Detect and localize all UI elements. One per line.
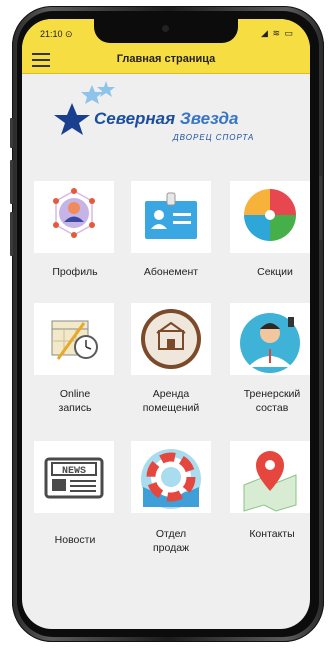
menu-tile-news[interactable]: NEWS	[34, 441, 114, 513]
menu-tile-subscription[interactable]	[131, 181, 211, 253]
camera-notch	[94, 19, 238, 43]
map-pin-icon	[243, 451, 297, 512]
menu-tile-profile[interactable]	[34, 181, 114, 253]
status-time: 21:10 ⊙	[40, 29, 73, 39]
lifebuoy-icon	[141, 449, 201, 509]
menu-tile-coaching-staff[interactable]	[230, 303, 310, 375]
profile-icon	[53, 188, 95, 238]
status-icons: ◢ ≋ ▭	[261, 28, 294, 38]
side-button	[10, 118, 13, 148]
menu-tile-sales[interactable]	[131, 441, 211, 513]
menu-label-sales: Отдел продаж	[152, 528, 190, 554]
news-icon: NEWS	[44, 457, 104, 499]
side-button	[10, 212, 13, 256]
logo-subtitle: ДВОРЕЦ СПОРТА	[173, 133, 255, 142]
menu-tile-sections[interactable]	[230, 181, 310, 253]
menu-tile-online-booking[interactable]	[34, 303, 114, 375]
status-bar: 21:10 ⊙ ◢ ≋ ▭	[22, 19, 310, 47]
menu-label-sections: Секции	[257, 266, 293, 278]
page-title: Главная страница	[116, 53, 216, 65]
camera-icon	[162, 25, 169, 32]
sections-icon	[244, 189, 296, 241]
app-screen: 21:10 ⊙ ◢ ≋ ▭ Главная страница Северная …	[22, 19, 310, 629]
side-button	[10, 160, 13, 204]
logo-title: Северная Звезда	[94, 109, 239, 129]
menu-label-subscription: Абонемент	[143, 266, 199, 278]
building-rent-icon	[141, 309, 201, 369]
app-bar: Главная страница	[22, 47, 310, 74]
menu-label-contacts: Контакты	[249, 528, 295, 540]
calendar-icon	[51, 320, 98, 360]
menu-tile-premises-rent[interactable]	[131, 303, 211, 375]
menu-label-premises-rent: Аренда помещений	[142, 388, 200, 414]
menu-tile-contacts[interactable]	[230, 441, 310, 513]
id-card-icon	[145, 192, 197, 239]
logo-title-part1: Северная	[94, 109, 180, 128]
side-button	[319, 176, 322, 240]
menu-label-coaching-staff: Тренерский состав	[243, 388, 301, 414]
menu-label-online-booking: Online запись	[58, 388, 92, 414]
brand-logo: Северная Звезда ДВОРЕЦ СПОРТА	[46, 81, 286, 142]
coach-icon	[240, 313, 300, 373]
svg-text:NEWS: NEWS	[62, 466, 86, 477]
menu-label-profile: Профиль	[52, 266, 98, 278]
logo-title-part2: Звезда	[179, 109, 239, 128]
menu-label-news: Новости	[54, 534, 96, 546]
